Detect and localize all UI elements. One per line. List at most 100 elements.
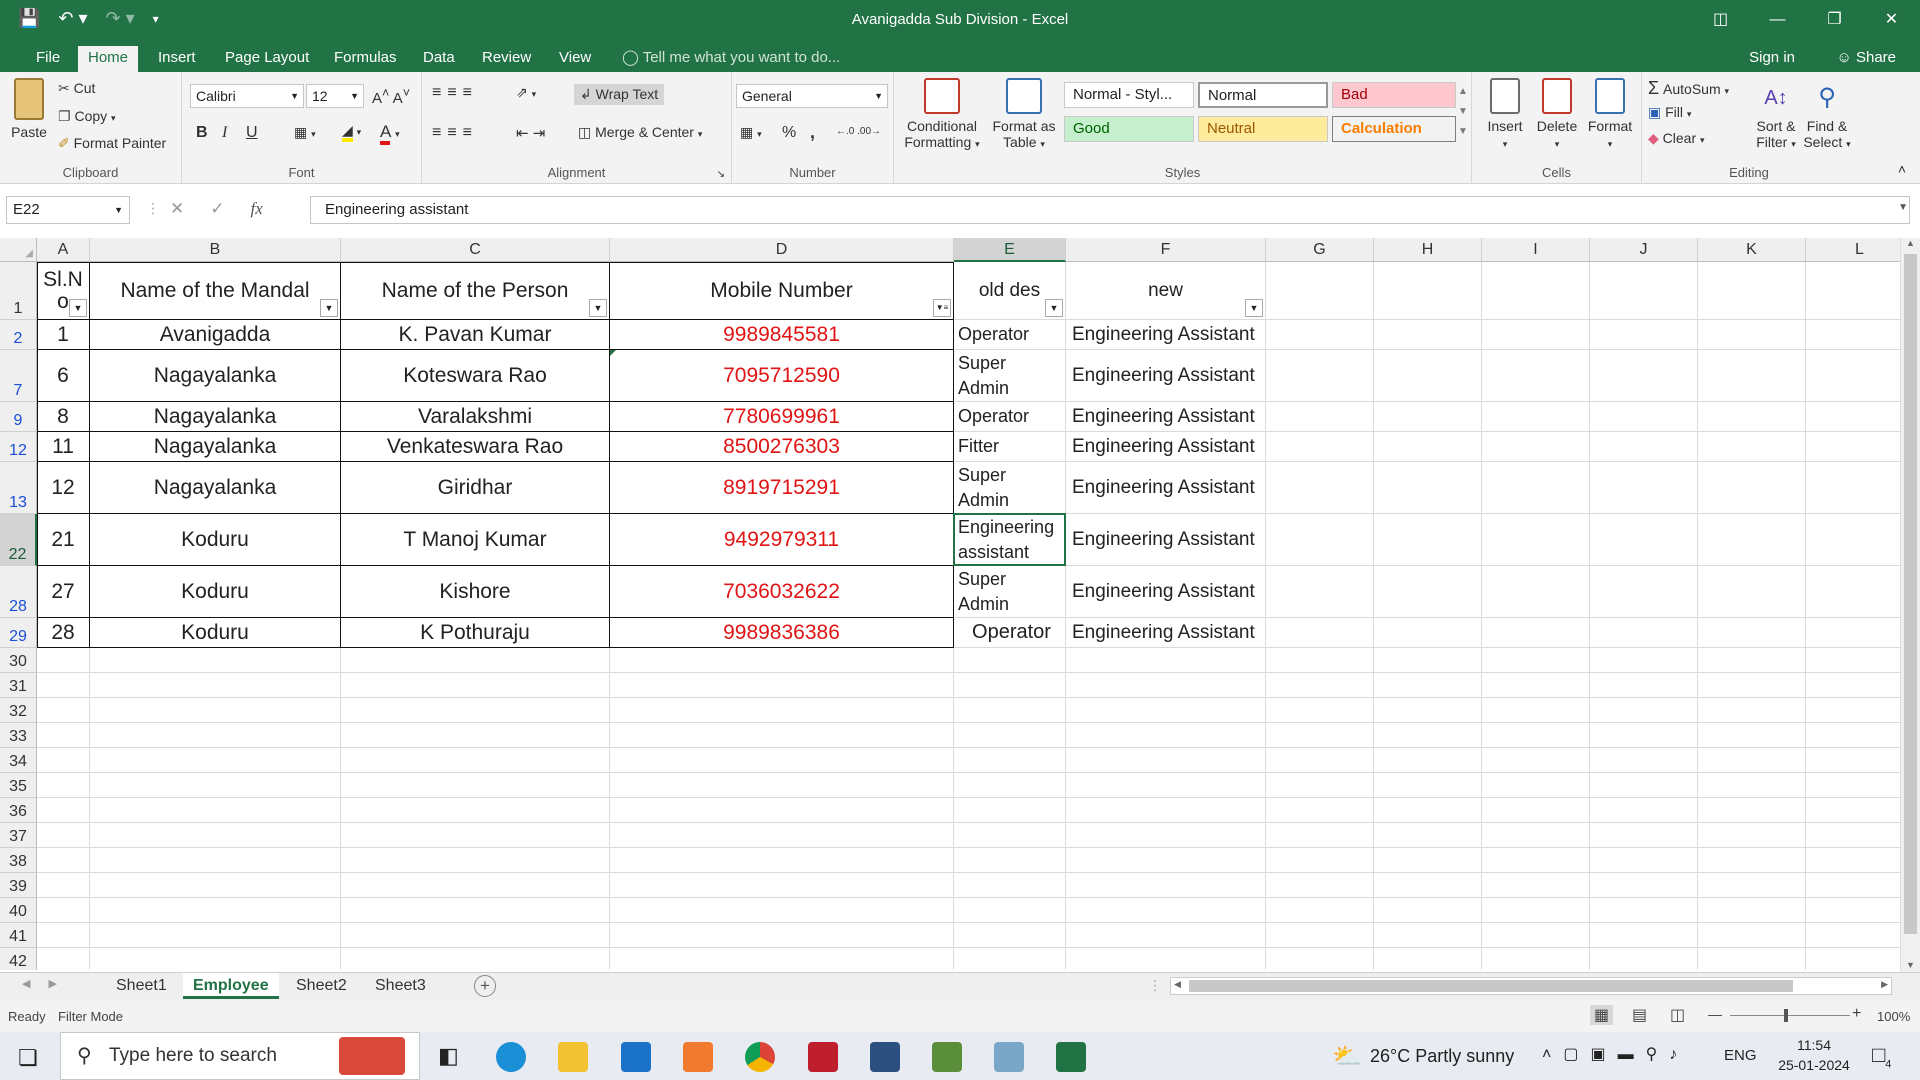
sheet-tab-sheet1[interactable]: Sheet1 (106, 973, 177, 999)
cell-mobile[interactable]: 9989836386 (610, 618, 953, 647)
font-color-button[interactable]: A ▾ (380, 122, 400, 145)
chrome-icon[interactable] (745, 1042, 775, 1072)
row-header[interactable]: 37 (0, 823, 37, 848)
column-header-h[interactable]: H (1374, 238, 1482, 262)
page-layout-view-icon[interactable]: ▤ (1632, 1005, 1647, 1025)
clock[interactable]: 11:54 25-01-2024 (1774, 1035, 1854, 1075)
cell-old-des[interactable]: Super Admin (954, 350, 1065, 401)
cell-person[interactable]: Giridhar (341, 462, 609, 513)
cell-mandal[interactable]: Koduru (90, 566, 340, 617)
row-header[interactable]: 1 (0, 262, 37, 320)
row-header[interactable]: 22 (0, 514, 37, 566)
row-header[interactable]: 38 (0, 848, 37, 873)
cell-new[interactable]: Engineering Assistant (1066, 462, 1265, 513)
zoom-level[interactable]: 100% (1877, 1009, 1910, 1024)
tab-formulas[interactable]: Formulas (324, 46, 407, 72)
alignment-dialog-launcher[interactable]: ↘ (717, 169, 725, 180)
paste-button[interactable]: Paste (8, 78, 50, 140)
column-header-e[interactable]: E (954, 238, 1066, 262)
style-good[interactable]: Good (1064, 116, 1194, 142)
expand-formula-bar-icon[interactable]: ▼ (1898, 202, 1908, 213)
system-tray-icons[interactable]: ˄▢▣▬⚲♪ (1542, 1044, 1689, 1064)
row-header[interactable]: 12 (0, 432, 37, 462)
tab-splitter[interactable]: ⋮ (1148, 977, 1162, 994)
tab-insert[interactable]: Insert (148, 46, 206, 72)
cell-mobile[interactable]: 8500276303 (610, 432, 953, 461)
confirm-entry-icon[interactable]: ✓ (210, 199, 224, 219)
row-header[interactable]: 31 (0, 673, 37, 698)
cell-mobile[interactable]: 9989845581 (610, 320, 953, 349)
notifications-icon[interactable]: □4 (1872, 1042, 1891, 1070)
cell-person[interactable]: T Manoj Kumar (341, 514, 609, 565)
new-sheet-icon[interactable]: + (474, 975, 496, 997)
edge-icon[interactable] (496, 1042, 526, 1072)
autosum-button[interactable]: Σ AutoSum ▾ (1648, 78, 1729, 99)
restore-button[interactable]: ❐ (1806, 0, 1863, 40)
decimal-buttons[interactable]: ←.0 .00→ (836, 126, 881, 137)
page-break-view-icon[interactable]: ◫ (1670, 1005, 1685, 1025)
zoom-slider[interactable] (1730, 1015, 1850, 1016)
sheet-tab-sheet3[interactable]: Sheet3 (365, 973, 436, 999)
select-all-corner[interactable]: ◢ (0, 238, 37, 262)
number-format-combo[interactable]: General ▼ (736, 84, 888, 108)
column-header-j[interactable]: J (1590, 238, 1698, 262)
cell-mandal[interactable]: Koduru (90, 618, 340, 647)
cell-person[interactable]: Kishore (341, 566, 609, 617)
tab-data[interactable]: Data (413, 46, 465, 72)
cell-slno[interactable]: 28 (37, 618, 89, 647)
cell-old-des[interactable]: Super Admin (954, 462, 1065, 513)
formula-input[interactable]: Engineering assistant (310, 196, 1910, 224)
delete-cells-button[interactable]: Delete ▾ (1532, 78, 1582, 150)
bold-button[interactable]: B (196, 124, 208, 142)
horizontal-scrollbar[interactable]: ◀ ▶ (1170, 977, 1892, 995)
cell-new[interactable]: Engineering Assistant (1066, 618, 1265, 647)
orientation-button[interactable]: ⇗ ▾ (516, 84, 536, 101)
zoom-slider-thumb[interactable] (1784, 1009, 1788, 1022)
cell-mobile[interactable]: 8919715291 (610, 462, 953, 513)
row-header[interactable]: 9 (0, 402, 37, 432)
cell-new[interactable]: Engineering Assistant (1066, 402, 1265, 431)
app-icon-8[interactable] (932, 1042, 962, 1072)
close-button[interactable]: ✕ (1863, 0, 1920, 40)
row-header[interactable]: 30 (0, 648, 37, 673)
cancel-entry-icon[interactable]: ✕ (170, 199, 184, 219)
column-header-k[interactable]: K (1698, 238, 1806, 262)
wrap-text-button[interactable]: ↲ Wrap Text (574, 84, 665, 105)
filter-button-a[interactable]: ▼ (69, 299, 87, 317)
insert-cells-button[interactable]: Insert ▾ (1482, 78, 1528, 150)
sheet-tab-employee[interactable]: Employee (183, 973, 279, 999)
cell-person[interactable]: Varalakshmi (341, 402, 609, 431)
tab-file[interactable]: File (26, 46, 70, 72)
header-cell-mobile[interactable]: Mobile Number (610, 262, 953, 319)
cell-new[interactable]: Engineering Assistant (1066, 566, 1265, 617)
cell-old-des[interactable]: Operator (954, 320, 1065, 349)
horizontal-align-buttons[interactable]: ≡≡≡ (432, 124, 478, 142)
grow-font-button[interactable]: A˄ A˅ (372, 86, 410, 107)
row-header[interactable]: 29 (0, 618, 37, 648)
minimize-button[interactable]: — (1749, 0, 1806, 40)
tab-review[interactable]: Review (472, 46, 541, 72)
style-normal-styl[interactable]: Normal - Styl... (1064, 82, 1194, 108)
sort-filter-button[interactable]: A↕ Sort & Filter ▾ (1752, 78, 1800, 150)
percent-button[interactable]: % (782, 124, 796, 142)
ribbon-display-options-icon[interactable]: ◫ (1692, 0, 1749, 40)
sheet-nav-arrows[interactable]: ◀▶ (22, 977, 75, 990)
name-box[interactable]: E22 ▼ (6, 196, 130, 224)
column-header-i[interactable]: I (1482, 238, 1590, 262)
xampp-icon[interactable] (683, 1042, 713, 1072)
row-header[interactable]: 39 (0, 873, 37, 898)
cell-mandal[interactable]: Koduru (90, 514, 340, 565)
header-cell-mandal[interactable]: Name of the Mandal (90, 262, 340, 319)
cell-old-des[interactable]: Super Admin (954, 566, 1065, 617)
cell-mobile[interactable]: 7095712590 (610, 350, 953, 401)
style-neutral[interactable]: Neutral (1198, 116, 1328, 142)
cell-mandal[interactable]: Nagayalanka (90, 462, 340, 513)
zoom-out-icon[interactable]: — (1708, 1006, 1722, 1022)
taskbar-search[interactable]: ⚲ Type here to search (60, 1032, 420, 1080)
cell-person[interactable]: Venkateswara Rao (341, 432, 609, 461)
normal-view-icon[interactable]: ▦ (1590, 1005, 1614, 1025)
row-header[interactable]: 36 (0, 798, 37, 823)
find-select-button[interactable]: ⚲ Find & Select ▾ (1802, 78, 1852, 150)
filezilla-icon[interactable] (808, 1042, 838, 1072)
row-header[interactable]: 7 (0, 350, 37, 402)
